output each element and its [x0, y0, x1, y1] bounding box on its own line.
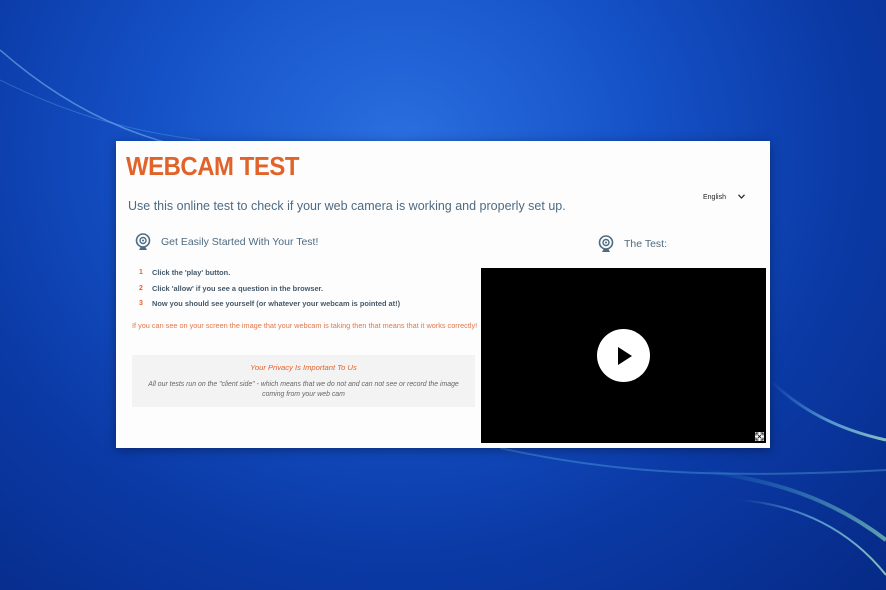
intro-section-heading: Get Easily Started With Your Test!: [134, 233, 318, 251]
privacy-box: Your Privacy Is Important To Us All our …: [132, 355, 475, 407]
intro-heading-label: Get Easily Started With Your Test!: [161, 236, 319, 248]
step-text: Click 'allow' if you see a question in t…: [152, 283, 324, 293]
play-button[interactable]: [597, 329, 650, 382]
page-title: WEBCAM TEST: [126, 151, 300, 181]
test-section-heading: The Test:: [597, 235, 667, 253]
steps-list: 1 Click the 'play' button. 2 Click 'allow'…: [139, 265, 479, 312]
step-text: Click the 'play' button.: [152, 268, 231, 278]
step-text: Now you should see yourself (or whatever…: [152, 299, 401, 309]
step-number: 2: [139, 284, 143, 292]
webcam-icon: [598, 235, 614, 252]
fullscreen-icon[interactable]: [755, 432, 764, 441]
webcam-test-page: WEBCAM TEST English Use this online test…: [116, 141, 770, 448]
list-item: 2 Click 'allow' if you see a question in …: [139, 281, 479, 297]
privacy-heading: Your Privacy Is Important To Us: [250, 363, 357, 372]
works-correctly-note: If you can see on your screen the image …: [132, 321, 478, 330]
webcam-video-area[interactable]: [481, 268, 766, 443]
test-heading-label: The Test:: [624, 238, 667, 250]
list-item: 1 Click the 'play' button.: [139, 265, 479, 281]
page-subtitle: Use this online test to check if your we…: [128, 199, 566, 213]
step-number: 1: [139, 269, 143, 277]
language-select[interactable]: English: [703, 191, 745, 203]
chevron-down-icon: [738, 193, 745, 201]
play-icon: [617, 346, 632, 365]
language-selected: English: [703, 193, 726, 201]
webcam-icon: [135, 233, 151, 250]
privacy-body: All our tests run on the "client side" -…: [148, 381, 459, 398]
list-item: 3 Now you should see yourself (or whateve…: [139, 296, 479, 312]
step-number: 3: [139, 300, 143, 308]
